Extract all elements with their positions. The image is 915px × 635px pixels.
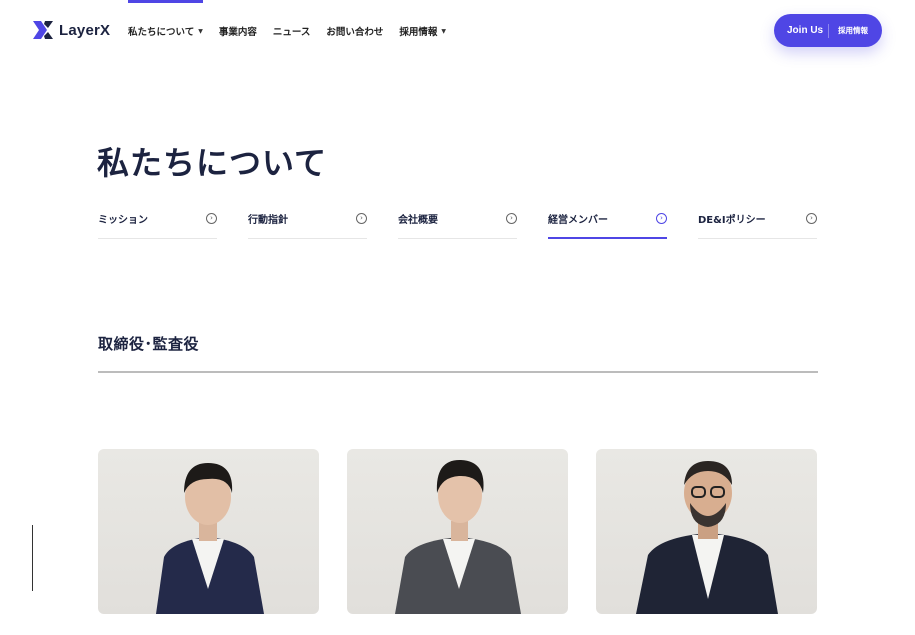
caret-down-icon: ▼ — [441, 27, 447, 35]
circle-arrow-icon: › — [656, 213, 667, 224]
join-us-label: Join Us — [787, 25, 824, 36]
nav-item-business[interactable]: 事業内容 — [219, 0, 257, 62]
member-photo — [395, 459, 521, 614]
nav-item-news[interactable]: ニュース — [273, 0, 311, 62]
nav-item-about[interactable]: 私たちについて ▼ — [128, 0, 203, 62]
tab-label: ミッション — [98, 215, 148, 226]
nav-label: 事業内容 — [218, 27, 257, 38]
circle-arrow-icon: › — [356, 213, 367, 224]
nav-label: 採用情報 — [399, 27, 438, 38]
logo-text: LayerX — [59, 21, 111, 39]
nav-item-recruit[interactable]: 採用情報 ▼ — [399, 0, 446, 62]
member-photo — [156, 463, 264, 614]
circle-arrow-icon: › — [206, 213, 217, 224]
nav-label: 私たちについて — [128, 27, 195, 38]
tab-values[interactable]: 行動指針 › — [248, 205, 367, 239]
circle-arrow-icon: › — [806, 213, 817, 224]
section-divider — [98, 371, 818, 373]
member-card-3[interactable] — [596, 449, 817, 614]
page-title: 私たちについて — [97, 144, 328, 182]
join-us-sub-label: 採用情報 — [838, 26, 868, 35]
tab-dei[interactable]: DE&Iポリシー › — [698, 205, 817, 239]
caret-down-icon: ▼ — [198, 27, 203, 35]
circle-arrow-icon: › — [506, 213, 517, 224]
tab-label: DE&Iポリシー — [698, 215, 766, 226]
site-header: LayerX 私たちについて ▼ 事業内容 ニュース お問い合わせ 採用情報 ▼… — [0, 0, 915, 62]
scroll-indicator — [32, 525, 33, 591]
tab-label: 経営メンバー — [548, 215, 608, 226]
nav-label: ニュース — [272, 27, 311, 38]
tab-company[interactable]: 会社概要 › — [398, 205, 517, 239]
section-tabs: ミッション › 行動指針 › 会社概要 › 経営メンバー › DE&Iポリシー … — [98, 205, 818, 241]
member-card-1[interactable] — [98, 449, 319, 614]
tab-members[interactable]: 経営メンバー › — [548, 205, 667, 239]
layerx-logo-icon — [33, 21, 53, 39]
join-us-button[interactable]: Join Us 採用情報 — [774, 14, 882, 47]
member-photo — [636, 461, 778, 614]
logo[interactable]: LayerX — [33, 21, 110, 39]
main-nav: 私たちについて ▼ 事業内容 ニュース お問い合わせ 採用情報 ▼ — [128, 0, 446, 62]
tab-label: 行動指針 — [248, 215, 288, 226]
member-card-2[interactable] — [347, 449, 568, 614]
join-divider — [828, 23, 829, 38]
tab-label: 会社概要 — [398, 215, 438, 226]
tab-mission[interactable]: ミッション › — [98, 205, 217, 239]
nav-label: お問い合わせ — [326, 27, 384, 38]
nav-item-contact[interactable]: お問い合わせ — [326, 0, 383, 62]
section-title: 取締役･監査役 — [98, 335, 200, 353]
